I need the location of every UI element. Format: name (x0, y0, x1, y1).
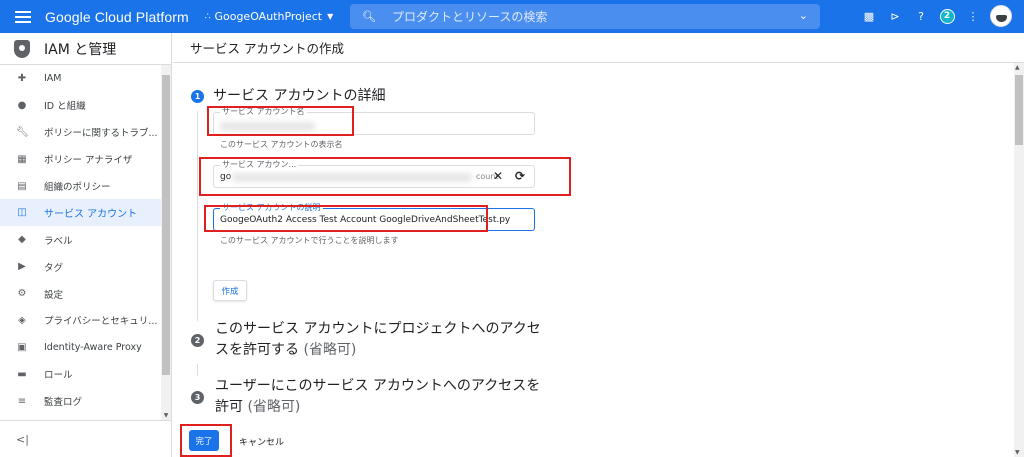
project-icon: ∴ (204, 11, 211, 22)
gear-icon: ⚙︎ (17, 288, 27, 300)
sidebar-item-settings[interactable]: ⚙︎ 設定 (0, 280, 171, 307)
create-button[interactable]: 作成 (213, 280, 247, 301)
step-1-connector (197, 111, 198, 321)
main-content: サービス アカウントの作成 1 サービス アカウントの詳細 サービス アカウント… (173, 33, 1024, 457)
menu-icon[interactable] (15, 10, 31, 23)
step-1-header[interactable]: 1 サービス アカウントの詳細 (191, 86, 385, 107)
tag-icon: ▶ (18, 261, 26, 273)
brand-title[interactable]: Google Cloud Platform (45, 9, 189, 25)
step-1-number: 1 (191, 90, 204, 103)
step-3-title: ユーザーにこのサービス アカウントへのアクセスを 許可 (省略可) (215, 378, 541, 415)
cloud-shell-icon[interactable]: ⊳ (884, 5, 906, 27)
sidebar-item-iam[interactable]: ✚ IAM (0, 65, 171, 92)
sidebar-item-policy-troubleshooter[interactable]: 🔧︎ ポリシーに関するトラブ... (0, 119, 171, 146)
caret-down-icon: ▼ (327, 12, 334, 21)
scroll-down-arrow-icon[interactable]: ▼ (162, 412, 170, 419)
collapse-icon: <| (16, 432, 29, 446)
step-2-title: このサービス アカウントにプロジェクトへのアクセ スを許可する (省略可) (215, 321, 541, 358)
scroll-up-arrow-icon[interactable]: ▲ (1015, 64, 1020, 71)
page-title: サービス アカウントの作成 (173, 33, 1024, 63)
sidebar-title: IAM と管理 (44, 41, 117, 58)
step-2-number: 2 (191, 334, 204, 347)
project-name: GoogeOAuthProject (214, 10, 323, 23)
sidebar-item-org-policies[interactable]: ▤ 組織のポリシー (0, 173, 171, 200)
help-icon[interactable]: ? (910, 5, 932, 27)
policy-analyzer-icon: ▦ (17, 153, 27, 165)
shield-icon: ◈ (18, 314, 26, 326)
sidebar-item-identity-aware-proxy[interactable]: ▣ Identity-Aware Proxy (0, 334, 171, 361)
service-account-description-hint: このサービス アカウントで行うことを説明します (220, 236, 399, 245)
sidebar-item-tags[interactable]: ▶ タグ (0, 253, 171, 280)
account-circle-icon: ● (17, 99, 27, 111)
cancel-button[interactable]: キャンセル (239, 435, 284, 448)
notification-count-badge: 2 (939, 8, 955, 24)
top-actions: ▩ ⊳ ? 2 ⋮ (854, 5, 1012, 27)
iam-shield-icon (14, 39, 30, 58)
main-scroll-thumb[interactable] (1015, 75, 1023, 145)
proxy-icon: ▣ (17, 341, 27, 353)
step-1-title: サービス アカウントの詳細 (213, 88, 386, 104)
main-scrollbar[interactable]: ▲ ▼ (1014, 63, 1024, 457)
sidebar-item-privacy-security[interactable]: ◈ プライバシーとセキュリ... (0, 307, 171, 334)
person-add-icon: ✚ (17, 72, 27, 84)
step-3-header[interactable]: 3 ユーザーにこのサービス アカウントへのアクセスを 許可 (省略可) (191, 376, 540, 418)
collapse-sidebar-button[interactable]: <| (0, 420, 171, 457)
sidebar: IAM と管理 ✚ IAM ● ID と組織 🔧︎ ポリシーに関するトラブ... ▦ ポ… (0, 33, 172, 457)
sidebar-header: IAM と管理 (0, 33, 171, 65)
audit-log-icon: ≡ (17, 395, 27, 407)
more-vert-icon[interactable]: ⋮ (962, 5, 984, 27)
sidebar-list: ✚ IAM ● ID と組織 🔧︎ ポリシーに関するトラブ... ▦ ポリシー アナライ… (0, 65, 171, 420)
highlight-description-box (204, 205, 488, 232)
step-3-number: 3 (191, 391, 204, 404)
step-2-connector (197, 364, 198, 376)
sidebar-item-id-org[interactable]: ● ID と組織 (0, 92, 171, 119)
search-input[interactable]: プロダクトとリソースの検索 (392, 8, 547, 25)
highlight-id-box (199, 157, 571, 196)
highlight-name-box (207, 106, 354, 136)
gift-icon[interactable]: ▩ (858, 5, 880, 27)
service-account-icon: ◫ (17, 207, 27, 219)
chevron-down-icon[interactable]: ⌄ (799, 9, 808, 22)
project-selector[interactable]: ∴ GoogeOAuthProject ▼ (205, 10, 334, 23)
sidebar-item-service-accounts[interactable]: ◫ サービス アカウント (0, 199, 171, 227)
scroll-down-arrow-icon[interactable]: ▼ (1015, 449, 1020, 456)
sidebar-item-labels[interactable]: ◆ ラベル (0, 226, 171, 253)
service-account-name-hint: このサービス アカウントの表示名 (220, 140, 343, 149)
roles-icon: ▬ (17, 368, 27, 380)
step-2-header[interactable]: 2 このサービス アカウントにプロジェクトへのアクセ スを許可する (省略可) (191, 319, 541, 361)
wrench-icon: 🔧︎ (16, 126, 29, 138)
list-icon: ▤ (17, 180, 27, 192)
sidebar-scroll-thumb[interactable] (162, 75, 170, 375)
search-bar[interactable]: 🔍︎ プロダクトとリソースの検索 ⌄ (350, 4, 820, 29)
top-app-bar: Google Cloud Platform ∴ GoogeOAuthProjec… (0, 0, 1024, 33)
sidebar-item-roles[interactable]: ▬ ロール (0, 361, 171, 388)
notifications-button[interactable]: 2 (936, 5, 958, 27)
avatar[interactable] (990, 5, 1012, 27)
label-icon: ◆ (18, 234, 26, 246)
sidebar-item-policy-analyzer[interactable]: ▦ ポリシー アナライザ (0, 146, 171, 173)
highlight-done-box (180, 424, 232, 457)
sidebar-item-audit-logs[interactable]: ≡ 監査ログ (0, 388, 171, 415)
search-icon: 🔍︎ (362, 10, 376, 23)
sidebar-scrollbar[interactable]: ▼ (161, 65, 171, 420)
